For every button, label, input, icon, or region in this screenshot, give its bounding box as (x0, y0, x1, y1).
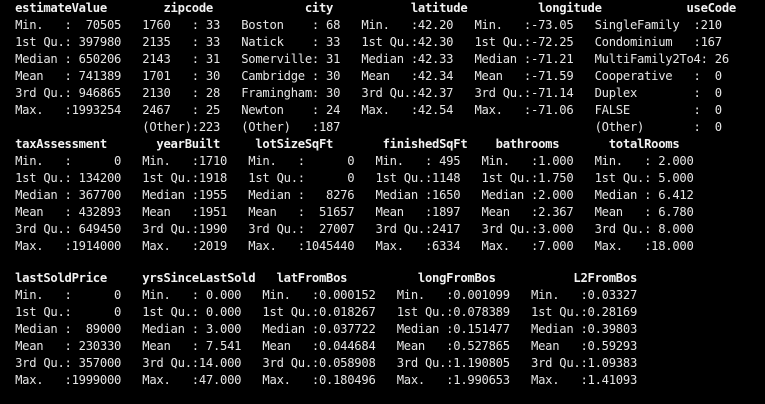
summary-row: 3rd Qu.: 649450 3rd Qu.:1990 3rd Qu.: 27… (8, 222, 708, 236)
summary-row: (Other):223 (Other) :187 (Other) : 0 (8, 120, 736, 134)
summary-row: Max. :1914000 Max. :2019 Max. :1045440 M… (8, 239, 708, 253)
summary-header-row-1: estimateValue zipcode city latitude long… (8, 1, 758, 15)
summary-row: Median : 650206 2143 : 31 Somerville: 31… (8, 52, 744, 66)
summary-row: 3rd Qu.: 946865 2130 : 28 Framingham: 30… (8, 86, 736, 100)
summary-row: Min. : 0 Min. : 0.000 Min. :0.000152 Min… (8, 288, 652, 302)
summary-row: 1st Qu.: 0 1st Qu.: 0.000 1st Qu.:0.0182… (8, 305, 652, 319)
summary-header-row-2: taxAssessment yearBuilt lotSizeSqFt fini… (8, 137, 708, 151)
summary-row: Max. :1993254 2467 : 25 Newton : 24 Max.… (8, 103, 736, 117)
summary-row: Median : 367700 Median :1955 Median : 82… (8, 188, 708, 202)
summary-row: Max. :1999000 Max. :47.000 Max. :0.18049… (8, 373, 652, 387)
summary-row: 1st Qu.: 397980 2135 : 33 Natick : 33 1s… (8, 35, 736, 49)
summary-row: Mean : 230330 Mean : 7.541 Mean :0.04468… (8, 339, 652, 353)
r-console-output[interactable]: estimateValue zipcode city latitude long… (0, 0, 765, 404)
summary-row: Mean : 432893 Mean :1951 Mean : 51657 Me… (8, 205, 708, 219)
summary-row: 3rd Qu.: 357000 3rd Qu.:14.000 3rd Qu.:0… (8, 356, 652, 370)
summary-row: Min. : 70505 1760 : 33 Boston : 68 Min. … (8, 18, 736, 32)
summary-row: Median : 89000 Median : 3.000 Median :0.… (8, 322, 652, 336)
summary-row: Min. : 0 Min. :1710 Min. : 0 Min. : 495 … (8, 154, 708, 168)
summary-row: 1st Qu.: 134200 1st Qu.:1918 1st Qu.: 0 … (8, 171, 708, 185)
summary-header-row-3: lastSoldPrice yrsSinceLastSold latFromBo… (8, 271, 687, 285)
summary-row: Mean : 741389 1701 : 30 Cambridge : 30 M… (8, 69, 736, 83)
